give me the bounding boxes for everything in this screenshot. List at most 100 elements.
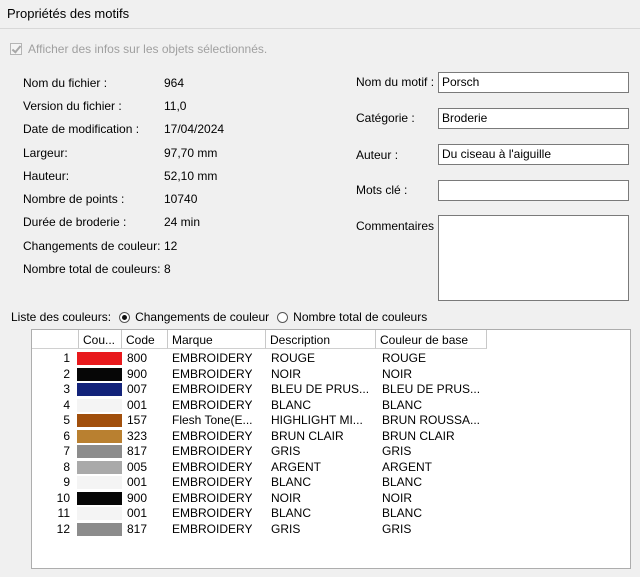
table-header-brand[interactable]: Marque	[168, 330, 266, 349]
row-brand: EMBROIDERY	[172, 459, 253, 474]
table-row[interactable]: 6 323 EMBROIDERY BRUN CLAIR BRUN CLAIR	[32, 428, 630, 444]
category-label: Catégorie :	[356, 111, 415, 125]
row-description: GRIS	[271, 521, 301, 536]
row-code: 005	[127, 459, 148, 474]
info-value: 11,0	[164, 99, 187, 113]
show-info-checkbox[interactable]	[10, 43, 22, 55]
author-input[interactable]: Du ciseau à l'aiguille	[438, 144, 629, 165]
show-info-checkbox-row[interactable]: Afficher des infos sur les objets sélect…	[10, 42, 267, 56]
row-index: 8	[63, 459, 70, 474]
table-row[interactable]: 7 817 EMBROIDERY GRIS GRIS	[32, 444, 630, 459]
row-base-color: BLANC	[382, 475, 423, 489]
color-table[interactable]: Cou... Code Marque Description Couleur d…	[31, 329, 631, 569]
row-index: 12	[56, 521, 70, 536]
row-code: 800	[127, 351, 148, 365]
row-index: 5	[63, 413, 70, 427]
radio-total-colors[interactable]	[277, 311, 289, 323]
row-description: BLANC	[271, 506, 312, 520]
row-index: 1	[63, 351, 70, 365]
info-label: Nombre total de couleurs:	[23, 262, 161, 276]
table-row[interactable]: 12 817 EMBROIDERY GRIS GRIS	[32, 521, 630, 537]
row-code: 323	[127, 428, 148, 443]
radio-color-changes-label[interactable]: Changements de couleur	[135, 310, 269, 324]
row-brand: EMBROIDERY	[172, 506, 253, 520]
info-label: Date de modification :	[23, 122, 140, 136]
row-base-color: GRIS	[382, 444, 412, 458]
table-header-description[interactable]: Description	[266, 330, 376, 349]
radio-total-colors-label[interactable]: Nombre total de couleurs	[293, 310, 427, 324]
row-code: 900	[127, 490, 148, 505]
table-row[interactable]: 4 001 EMBROIDERY BLANC BLANC	[32, 397, 630, 413]
row-brand: EMBROIDERY	[172, 397, 253, 412]
row-base-color: ROUGE	[382, 351, 427, 365]
table-row[interactable]: 8 005 EMBROIDERY ARGENT ARGENT	[32, 459, 630, 475]
category-input[interactable]: Broderie	[438, 108, 629, 129]
row-brand: EMBROIDERY	[172, 444, 253, 458]
row-base-color: GRIS	[382, 521, 412, 536]
row-index: 4	[63, 397, 70, 412]
info-value: 12	[164, 239, 178, 253]
color-swatch	[77, 476, 122, 489]
table-row[interactable]: 9 001 EMBROIDERY BLANC BLANC	[32, 475, 630, 490]
comments-textarea[interactable]	[438, 215, 629, 301]
row-code: 001	[127, 475, 148, 489]
row-description: BLANC	[271, 397, 312, 412]
table-header-code[interactable]: Code	[122, 330, 168, 349]
row-brand: EMBROIDERY	[172, 428, 253, 443]
color-swatch	[77, 507, 122, 520]
motif-name-input[interactable]: Porsch	[438, 72, 629, 93]
row-base-color: NOIR	[382, 366, 412, 381]
keywords-input[interactable]	[438, 180, 629, 201]
color-swatch	[77, 352, 122, 365]
info-label: Hauteur:	[23, 169, 70, 183]
row-description: NOIR	[271, 366, 301, 381]
row-base-color: BRUN CLAIR	[382, 428, 455, 443]
info-label: Nombre de points :	[23, 192, 125, 206]
table-row[interactable]: 5 157 Flesh Tone(E... HIGHLIGHT MI... BRUN R…	[32, 413, 630, 428]
table-header-color[interactable]: Cou...	[79, 330, 122, 349]
color-list-options: Liste des couleurs: Changements de coule…	[11, 310, 427, 324]
info-label: Nom du fichier :	[23, 76, 108, 90]
table-row[interactable]: 11 001 EMBROIDERY BLANC BLANC	[32, 506, 630, 521]
info-label: Largeur:	[23, 146, 68, 160]
row-index: 2	[63, 366, 70, 381]
info-value: 8	[164, 262, 171, 276]
motif-name-label: Nom du motif :	[356, 75, 435, 89]
table-header-base-color[interactable]: Couleur de base	[376, 330, 487, 349]
row-code: 157	[127, 413, 148, 427]
table-row[interactable]: 10 900 EMBROIDERY NOIR NOIR	[32, 490, 630, 506]
row-base-color: BRUN ROUSSA...	[382, 413, 481, 427]
row-description: BRUN CLAIR	[271, 428, 344, 443]
row-brand: Flesh Tone(E...	[172, 413, 253, 427]
info-value: 10740	[164, 192, 198, 206]
row-index: 11	[57, 506, 70, 520]
row-index: 9	[63, 475, 70, 489]
color-swatch	[77, 414, 122, 427]
row-description: ARGENT	[271, 459, 322, 474]
show-info-checkbox-label: Afficher des infos sur les objets sélect…	[28, 42, 268, 56]
info-value: 97,70 mm	[164, 146, 218, 160]
color-swatch	[77, 367, 122, 381]
table-row[interactable]: 2 900 EMBROIDERY NOIR NOIR	[32, 366, 630, 382]
color-swatch	[77, 429, 122, 443]
keywords-label: Mots clé :	[356, 183, 408, 197]
color-swatch	[77, 445, 122, 458]
radio-color-changes[interactable]	[119, 311, 131, 323]
row-brand: EMBROIDERY	[172, 382, 253, 396]
row-code: 001	[127, 506, 148, 520]
title-divider	[0, 28, 640, 29]
row-brand: EMBROIDERY	[172, 490, 253, 505]
row-description: ROUGE	[271, 351, 316, 365]
row-index: 6	[63, 428, 70, 443]
dialog-title: Propriétés des motifs	[7, 6, 130, 21]
row-code: 007	[127, 382, 148, 396]
row-index: 10	[56, 490, 70, 505]
row-description: BLEU DE PRUS...	[271, 382, 370, 396]
row-code: 900	[127, 366, 148, 381]
row-base-color: BLEU DE PRUS...	[382, 382, 481, 396]
author-label: Auteur :	[356, 148, 399, 162]
table-row[interactable]: 1 800 EMBROIDERY ROUGE ROUGE	[32, 351, 630, 366]
row-base-color: BLANC	[382, 397, 423, 412]
color-swatch	[77, 398, 122, 412]
table-row[interactable]: 3 007 EMBROIDERY BLEU DE PRUS... BLEU DE PRU…	[32, 382, 630, 397]
